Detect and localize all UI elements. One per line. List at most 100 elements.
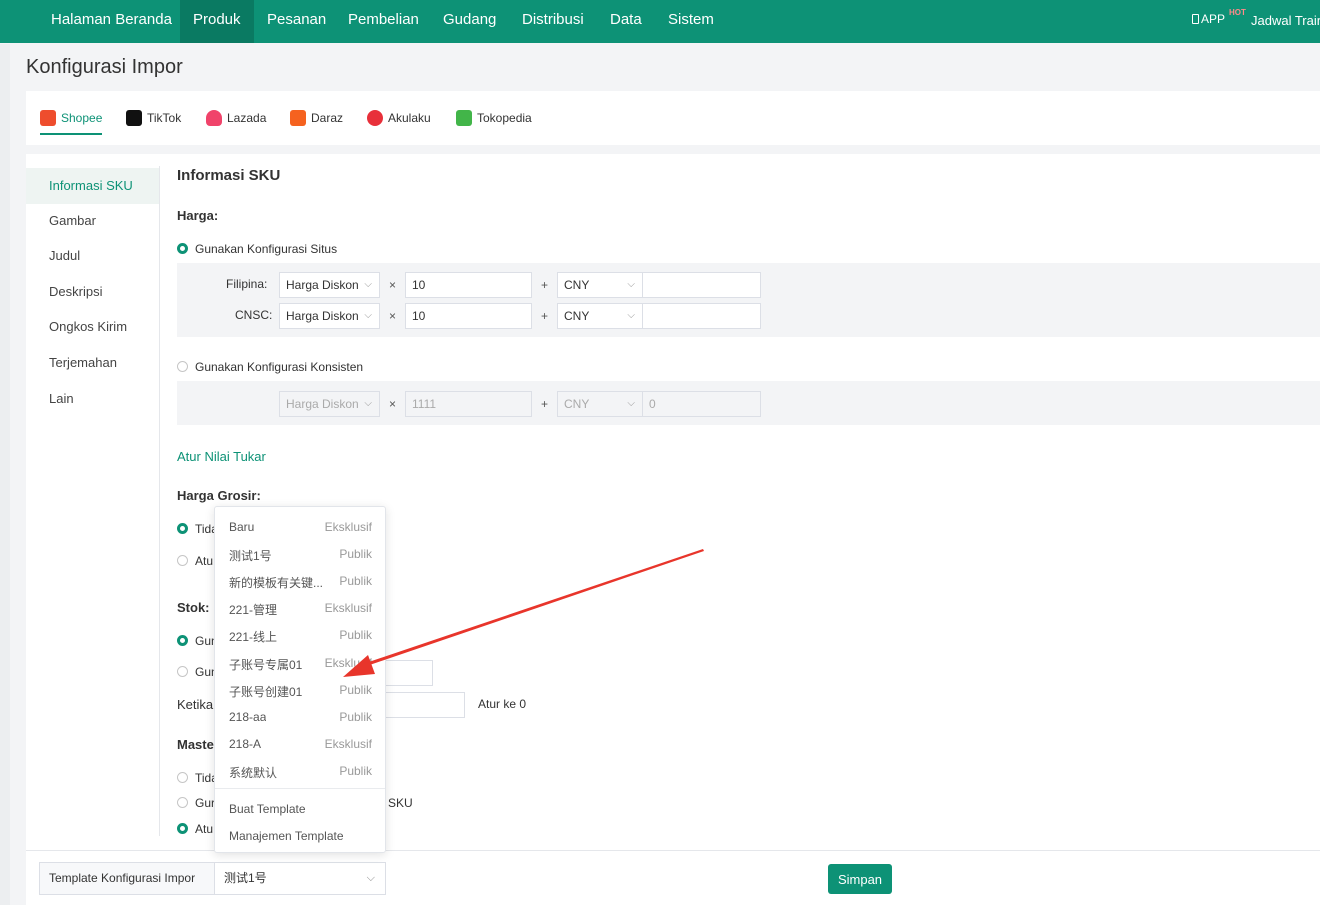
daraz-icon: [290, 110, 306, 126]
grosir-label: Harga Grosir:: [177, 488, 261, 503]
radio-master-3[interactable]: [177, 823, 188, 834]
radio-master-1[interactable]: [177, 772, 188, 783]
radio-stok-1[interactable]: [177, 635, 188, 646]
sidebar-item-ongkos-kirim[interactable]: Ongkos Kirim: [26, 309, 159, 345]
chevron-down-icon: ⌵: [627, 398, 635, 409]
template-type: Publik: [339, 710, 372, 724]
currency-select-filipina[interactable]: CNY ⌵: [557, 272, 643, 298]
tab-akulaku[interactable]: Akulaku: [367, 108, 431, 128]
multiplier-input-filipina[interactable]: 10: [405, 272, 532, 298]
template-type: Publik: [339, 574, 372, 588]
dropdown-item[interactable]: 系统默认 Publik: [215, 757, 385, 784]
price-type-select-consistent[interactable]: Harga Diskon ⌵: [279, 391, 380, 417]
select-value: Harga Diskon: [286, 309, 359, 323]
template-type: Eksklusif: [324, 656, 372, 670]
nav-item-pembelian[interactable]: Pembelian: [348, 0, 419, 43]
nav-item-pesanan[interactable]: Pesanan: [267, 0, 326, 43]
radio-site-config-label: Gunakan Konfigurasi Situs: [195, 242, 338, 256]
template-type: Publik: [339, 764, 372, 778]
sidebar-item-judul[interactable]: Judul: [26, 238, 159, 274]
dropdown-item[interactable]: 218-aa Publik: [215, 703, 385, 730]
select-value: Harga Diskon: [286, 278, 359, 292]
dropdown-item[interactable]: 新的模板有关键... Publik: [215, 567, 385, 594]
sidebar-item-terjemahan[interactable]: Terjemahan: [26, 345, 159, 381]
radio-stok-2[interactable]: [177, 666, 188, 677]
ketika-label: Ketika: [177, 697, 214, 712]
price-type-select-cnsc[interactable]: Harga Diskon ⌵: [279, 303, 380, 329]
times-sign: ×: [389, 278, 397, 292]
shopee-icon: [40, 110, 56, 126]
radio-grosir-set[interactable]: [177, 555, 188, 566]
threshold-input[interactable]: [380, 692, 465, 718]
multiplier-input-cnsc[interactable]: 10: [405, 303, 532, 329]
tab-lazada[interactable]: Lazada: [206, 108, 266, 128]
sidebar-item-informasi-sku[interactable]: Informasi SKU: [26, 168, 159, 204]
nav-item-sistem[interactable]: Sistem: [668, 0, 714, 43]
dropdown-item[interactable]: 子账号专属01 Eksklusif: [215, 649, 385, 676]
lazada-icon: [206, 110, 222, 126]
multiplier-input-consistent[interactable]: 1111: [405, 391, 532, 417]
plus-sign: +: [541, 397, 549, 411]
stock-value-input[interactable]: [380, 660, 433, 686]
tab-label: TikTok: [147, 111, 182, 125]
nav-item-produk[interactable]: Produk: [180, 0, 254, 43]
master-label: Maste: [177, 737, 214, 752]
currency-select-consistent[interactable]: CNY ⌵: [557, 391, 643, 417]
harga-label: Harga:: [177, 208, 219, 223]
sidebar-item-deskripsi[interactable]: Deskripsi: [26, 274, 159, 310]
sidebar-item-gambar[interactable]: Gambar: [26, 203, 159, 239]
set-to-zero-label: Atur ke 0: [478, 697, 527, 711]
dropdown-item[interactable]: 218-A Eksklusif: [215, 730, 385, 757]
mobile-icon: [1192, 14, 1199, 24]
radio-consistent-config-label: Gunakan Konfigurasi Konsisten: [195, 360, 364, 374]
tab-tokopedia[interactable]: Tokopedia: [456, 108, 532, 128]
price-type-select-filipina[interactable]: Harga Diskon ⌵: [279, 272, 380, 298]
row-label-cnsc: CNSC:: [235, 308, 273, 322]
extra-input-cnsc[interactable]: [642, 303, 761, 329]
dropdown-item[interactable]: 测试1号 Publik: [215, 540, 385, 567]
radio-consistent-config[interactable]: [177, 361, 188, 372]
tab-label: Akulaku: [388, 111, 431, 125]
manage-template-option[interactable]: Manajemen Template: [229, 829, 344, 843]
extra-input-filipina[interactable]: [642, 272, 761, 298]
nav-item-data[interactable]: Data: [610, 0, 642, 43]
akulaku-icon: [367, 110, 383, 126]
dropdown-item[interactable]: Baru Eksklusif: [215, 513, 385, 540]
exchange-rate-link[interactable]: Atur Nilai Tukar: [177, 449, 266, 464]
template-select[interactable]: Template Konfigurasi Impor 测试1号 ⌵: [39, 862, 386, 895]
create-template-option[interactable]: Buat Template: [229, 802, 306, 816]
radio-master-2[interactable]: [177, 797, 188, 808]
nav-item-distribusi[interactable]: Distribusi: [522, 0, 584, 43]
tab-tiktok[interactable]: TikTok: [126, 108, 181, 128]
platform-tabs: Shopee TikTok Lazada Daraz Akulaku Tokop…: [26, 91, 1320, 145]
template-select-value: 测试1号: [224, 871, 267, 885]
currency-select-cnsc[interactable]: CNY ⌵: [557, 303, 643, 329]
dropdown-item[interactable]: 子账号创建01 Publik: [215, 676, 385, 703]
tab-daraz[interactable]: Daraz: [290, 108, 343, 128]
dropdown-item[interactable]: 221-线上 Publik: [215, 621, 385, 648]
select-value: CNY: [564, 397, 590, 411]
dropdown-item[interactable]: 221-管理 Eksklusif: [215, 594, 385, 621]
save-button[interactable]: Simpan: [828, 864, 892, 894]
page-header: Konfigurasi Impor: [10, 44, 1320, 91]
radio-grosir-no[interactable]: [177, 523, 188, 534]
training-schedule-link[interactable]: Jadwal Train: [1251, 13, 1320, 28]
chevron-down-icon: ⌵: [627, 279, 635, 290]
nav-item-beranda[interactable]: Halaman Beranda: [51, 0, 172, 43]
template-name: 221-线上: [229, 630, 278, 644]
select-value: CNY: [564, 278, 590, 292]
nav-item-gudang[interactable]: Gudang: [443, 0, 496, 43]
chevron-down-icon: ⌵: [627, 310, 635, 321]
sidebar-item-lain[interactable]: Lain: [26, 381, 159, 417]
template-select-label: Template Konfigurasi Impor: [40, 863, 215, 894]
tab-shopee[interactable]: Shopee: [40, 108, 103, 135]
chevron-down-icon: ⌵: [364, 398, 372, 409]
app-download-link[interactable]: APP: [1192, 12, 1225, 26]
extra-input-consistent[interactable]: 0: [642, 391, 761, 417]
tab-label: Lazada: [227, 111, 267, 125]
radio-grosir-set-label: Atu: [195, 554, 214, 568]
tiktok-icon: [126, 110, 142, 126]
radio-site-config[interactable]: [177, 243, 188, 254]
row-label-filipina: Filipina:: [226, 277, 268, 291]
radio-master-2-label-tail: SKU: [388, 796, 413, 810]
